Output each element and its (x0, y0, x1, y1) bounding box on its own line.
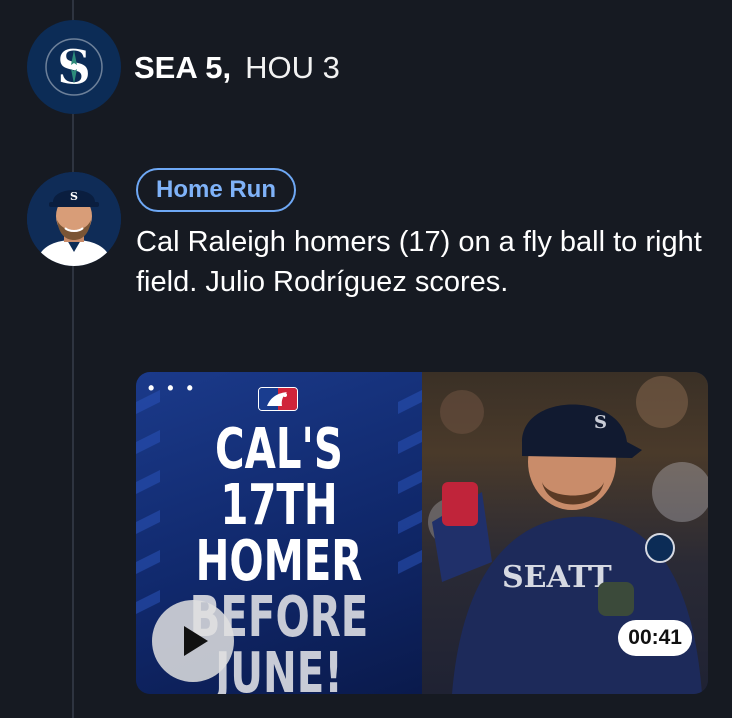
highlight-video-card[interactable]: • • • CAL'S 17TH HOMER BEFORE JUNE! S SE… (136, 372, 708, 694)
play-button[interactable] (152, 600, 234, 682)
more-dots-icon[interactable]: • • • (148, 378, 197, 399)
play-description: Cal Raleigh homers (17) on a fly ball to… (136, 226, 702, 298)
score-leader: SEA 5, (134, 50, 232, 85)
player-avatar[interactable]: S (27, 172, 121, 266)
mlb-logo-icon (258, 387, 298, 411)
svg-text:S: S (70, 190, 78, 203)
score-line: SEA 5, HOU 3 (134, 48, 340, 88)
video-duration: 00:41 (618, 620, 692, 656)
home-run-badge: Home Run (136, 168, 296, 212)
score-trailer: HOU 3 (245, 50, 340, 85)
svg-text:S: S (594, 412, 607, 433)
promo-line-1: CAL'S 17TH (215, 417, 343, 538)
mariners-logo-icon: S (27, 20, 121, 114)
play-icon (184, 626, 208, 656)
svg-text:SEATT: SEATT (502, 560, 612, 595)
promo-line-2: HOMER (195, 529, 363, 594)
